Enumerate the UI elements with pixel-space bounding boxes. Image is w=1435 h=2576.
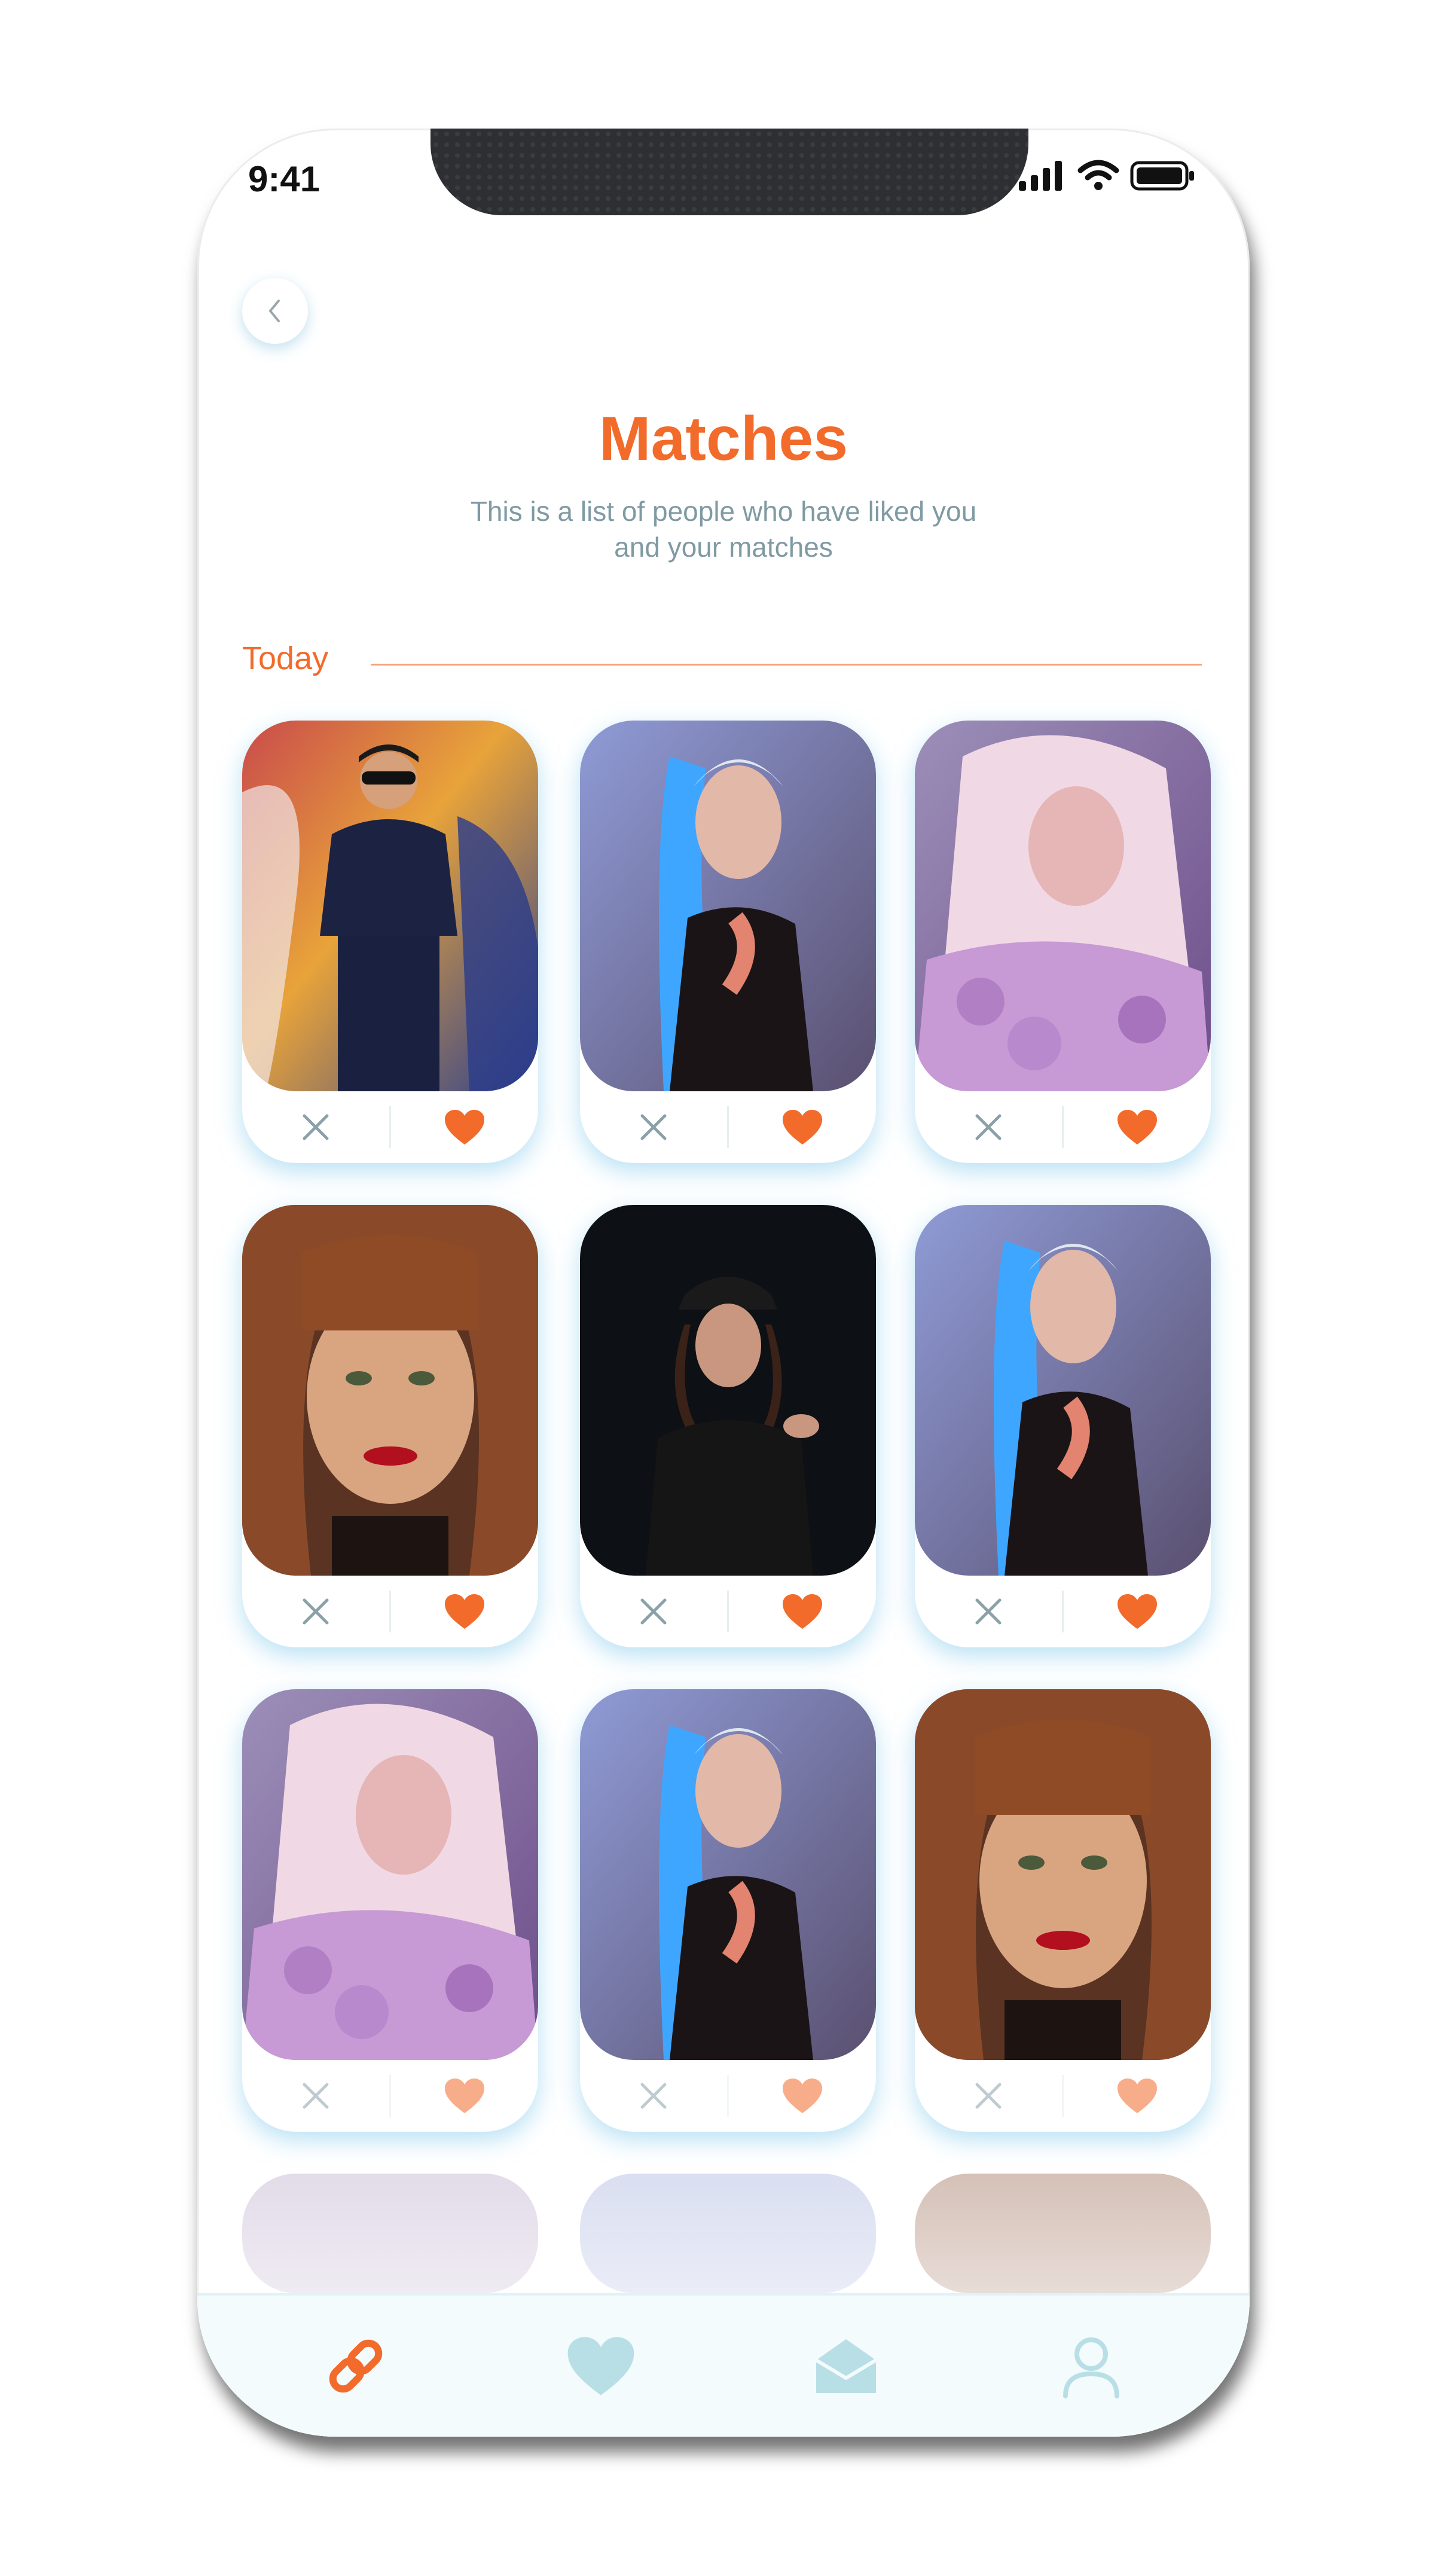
notch (430, 129, 1028, 215)
heart-icon (567, 2337, 634, 2395)
like-button[interactable] (1064, 1091, 1211, 1163)
profile-photo[interactable] (915, 1205, 1211, 1576)
profile-photo[interactable] (580, 1205, 876, 1576)
dislike-button[interactable] (580, 1576, 727, 1647)
profile-photo[interactable] (915, 721, 1211, 1091)
dislike-button[interactable] (915, 1091, 1062, 1163)
page-title: Matches (599, 404, 848, 474)
profile-photo[interactable] (242, 1689, 538, 2060)
close-icon (640, 2083, 667, 2109)
profile-photo[interactable] (580, 1689, 876, 2060)
match-card[interactable] (915, 1689, 1211, 2132)
battery-icon (1130, 161, 1194, 191)
wifi-icon (1077, 160, 1119, 190)
mail-icon (815, 2339, 877, 2393)
chevron-left-icon (268, 300, 280, 322)
like-button[interactable] (391, 1091, 538, 1163)
like-button[interactable] (1064, 1576, 1211, 1647)
tab-matches[interactable] (308, 2318, 404, 2414)
card-actions (580, 1091, 876, 1163)
card-actions (580, 1576, 876, 1647)
heart-icon (445, 2078, 484, 2113)
card-actions (580, 2060, 876, 2132)
profile-photo[interactable] (242, 1205, 538, 1576)
dislike-button[interactable] (580, 2060, 727, 2132)
dislike-button[interactable] (915, 1576, 1062, 1647)
subtitle-line-1: This is a list of people who have liked … (470, 496, 977, 527)
section-label-today: Today (242, 640, 329, 676)
signal-icon (1019, 161, 1062, 191)
back-button[interactable] (242, 278, 308, 344)
like-button[interactable] (729, 1091, 876, 1163)
dislike-button[interactable] (915, 2060, 1062, 2132)
match-card[interactable] (915, 1205, 1211, 1647)
heart-icon (783, 2078, 822, 2113)
section-divider (371, 664, 1202, 666)
tab-likes[interactable] (553, 2318, 649, 2414)
heart-icon (1118, 1594, 1157, 1629)
card-actions (915, 1576, 1211, 1647)
card-actions (242, 1576, 538, 1647)
status-time: 9:41 (248, 159, 320, 199)
card-actions (242, 1091, 538, 1163)
dislike-button[interactable] (580, 1091, 727, 1163)
like-button[interactable] (729, 2060, 876, 2132)
close-icon (303, 1114, 329, 1140)
close-icon (303, 2083, 329, 2109)
heart-icon (445, 1594, 484, 1629)
close-icon (975, 1114, 1002, 1140)
match-card[interactable] (580, 721, 876, 1163)
close-icon (303, 1598, 329, 1625)
card-actions (915, 2060, 1211, 2132)
match-card[interactable] (242, 1689, 538, 2132)
phone-frame: 9:41 Matches This is a list of people wh… (197, 129, 1250, 2437)
subtitle-line-2: and your matches (614, 532, 833, 563)
heart-icon (1118, 1110, 1157, 1144)
close-icon (975, 1598, 1002, 1625)
close-icon (640, 1114, 667, 1140)
profile-photo[interactable] (915, 1689, 1211, 2060)
status-icons (1019, 160, 1196, 191)
match-card[interactable] (242, 721, 538, 1163)
profile-photo[interactable] (580, 721, 876, 1091)
link-icon (329, 2339, 383, 2393)
like-button[interactable] (1064, 2060, 1211, 2132)
heart-icon (445, 1110, 484, 1144)
like-button[interactable] (391, 1576, 538, 1647)
dislike-button[interactable] (242, 1091, 389, 1163)
close-icon (975, 2083, 1002, 2109)
tab-messages[interactable] (798, 2318, 894, 2414)
tab-profile[interactable] (1043, 2318, 1139, 2414)
heart-icon (783, 1110, 822, 1144)
card-actions (242, 2060, 538, 2132)
dislike-button[interactable] (242, 1576, 389, 1647)
like-button[interactable] (729, 1576, 876, 1647)
like-button[interactable] (391, 2060, 538, 2132)
match-card[interactable] (915, 721, 1211, 1163)
card-actions (915, 1091, 1211, 1163)
match-card[interactable] (580, 1205, 876, 1647)
user-icon (1063, 2337, 1119, 2398)
close-icon (640, 1598, 667, 1625)
heart-icon (783, 1594, 822, 1629)
bottom-tab-bar (197, 2293, 1250, 2437)
dislike-button[interactable] (242, 2060, 389, 2132)
profile-photo[interactable] (242, 721, 538, 1091)
heart-icon (1118, 2078, 1157, 2113)
page-subtitle: This is a list of people who have liked … (395, 493, 1052, 565)
match-card[interactable] (242, 1205, 538, 1647)
match-card[interactable] (580, 1689, 876, 2132)
